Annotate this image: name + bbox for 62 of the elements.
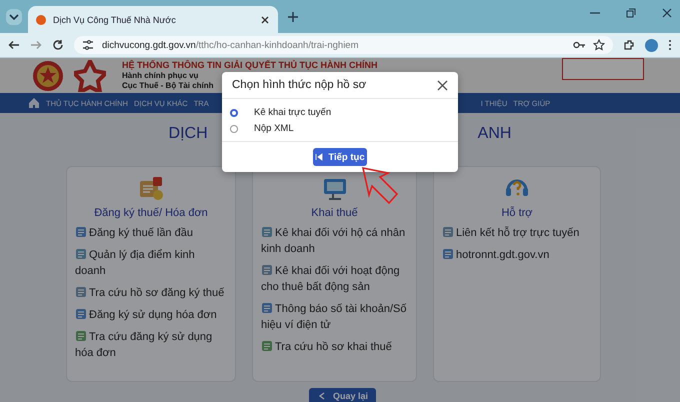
service-link[interactable]: Đăng ký thuế lần đầu bbox=[75, 225, 227, 241]
next-icon bbox=[315, 152, 324, 162]
url-text: dichvucong.gdt.gov.vn/tthc/ho-canhan-kinhdoanh/trai-nghiem bbox=[102, 40, 360, 50]
close-icon[interactable] bbox=[260, 14, 270, 24]
profile-icon[interactable] bbox=[645, 38, 658, 52]
option-label[interactable]: Kê khai trực tuyến bbox=[254, 107, 332, 118]
radio-button[interactable] bbox=[230, 108, 238, 116]
favicon-icon bbox=[36, 14, 46, 24]
document-icon bbox=[261, 226, 273, 238]
document-icon bbox=[442, 226, 454, 238]
site-info-icon[interactable] bbox=[82, 39, 94, 51]
card-title[interactable]: Khai thuế bbox=[311, 207, 358, 219]
document-icon bbox=[75, 248, 87, 260]
service-link[interactable]: Kê khai đối với hộ cá nhân kinh doanh bbox=[261, 225, 408, 257]
back-icon bbox=[317, 390, 327, 400]
dialog-title: Chọn hình thức nộp hồ sơ bbox=[232, 79, 366, 91]
star-icon[interactable] bbox=[593, 39, 605, 51]
key-icon[interactable] bbox=[573, 39, 585, 51]
card-title[interactable]: Hỗ trợ bbox=[501, 207, 533, 219]
document-icon bbox=[75, 330, 87, 342]
back-button[interactable]: Quay lại bbox=[309, 388, 376, 402]
document-icon bbox=[261, 340, 273, 352]
service-link[interactable]: Tra cứu hồ sơ đăng ký thuế bbox=[75, 285, 227, 301]
new-tab-icon[interactable] bbox=[288, 12, 298, 22]
service-link[interactable]: Kê khai đối với hoạt động cho thuê bất động sản bbox=[261, 263, 408, 295]
site-title: HỆ THỐNG THÔNG TIN GIẢI QUYẾT THỦ TỤC HÀNH CHÍNH bbox=[122, 60, 378, 71]
close-icon[interactable] bbox=[437, 80, 448, 90]
menu-icon[interactable] bbox=[668, 39, 672, 51]
service-link[interactable]: Tra cứu hồ sơ khai thuế bbox=[261, 339, 408, 355]
card-title[interactable]: Đăng ký thuế/ Hóa đơn bbox=[94, 207, 208, 219]
section-heading: DỊCH bbox=[168, 125, 208, 143]
radio-button[interactable] bbox=[230, 124, 238, 132]
document-icon bbox=[75, 308, 87, 320]
site-subtitle: Hành chính phục vụ bbox=[122, 71, 198, 81]
service-link[interactable]: Liên kết hỗ trợ trực tuyến bbox=[442, 225, 592, 241]
extensions-icon[interactable] bbox=[623, 39, 635, 51]
star-logo-icon bbox=[74, 60, 106, 92]
reload-icon[interactable] bbox=[52, 39, 64, 51]
service-link[interactable]: hotronnt.gdt.gov.vn bbox=[442, 247, 592, 263]
service-link[interactable]: Đăng ký sử dụng hóa đơn bbox=[75, 307, 227, 323]
document-icon bbox=[75, 286, 87, 298]
tab-list-icon[interactable] bbox=[6, 8, 22, 24]
document-icon bbox=[137, 175, 165, 203]
continue-button[interactable]: Tiếp tục bbox=[313, 148, 367, 166]
close-icon[interactable] bbox=[662, 8, 672, 18]
tab-title: Dịch Vụ Công Thuế Nhà Nước bbox=[53, 14, 177, 24]
emblem-icon bbox=[32, 60, 64, 92]
service-link[interactable]: Tra cứu đăng ký sử dụng hóa đơn bbox=[75, 329, 227, 361]
document-icon bbox=[261, 302, 273, 314]
home-icon[interactable] bbox=[28, 97, 40, 109]
browser-tab[interactable]: Dịch Vụ Công Thuế Nhà Nước bbox=[28, 6, 278, 33]
document-icon bbox=[75, 226, 87, 238]
option-label[interactable]: Nộp XML bbox=[254, 123, 294, 134]
restore-icon[interactable] bbox=[626, 8, 636, 18]
site-subtitle: Cục Thuế - Bộ Tài chính bbox=[122, 81, 214, 91]
service-link[interactable]: Quản lý địa điểm kinh doanh bbox=[75, 247, 227, 279]
document-icon bbox=[261, 264, 273, 276]
document-icon bbox=[442, 248, 454, 260]
service-link[interactable]: Thông báo số tài khoản/Số hiệu ví điện tử bbox=[261, 301, 408, 333]
section-heading: ANH bbox=[478, 125, 512, 143]
back-icon[interactable] bbox=[8, 39, 20, 51]
address-bar[interactable]: dichvucong.gdt.gov.vn/tthc/ho-canhan-kinhdoanh/trai-nghiem bbox=[74, 36, 613, 54]
